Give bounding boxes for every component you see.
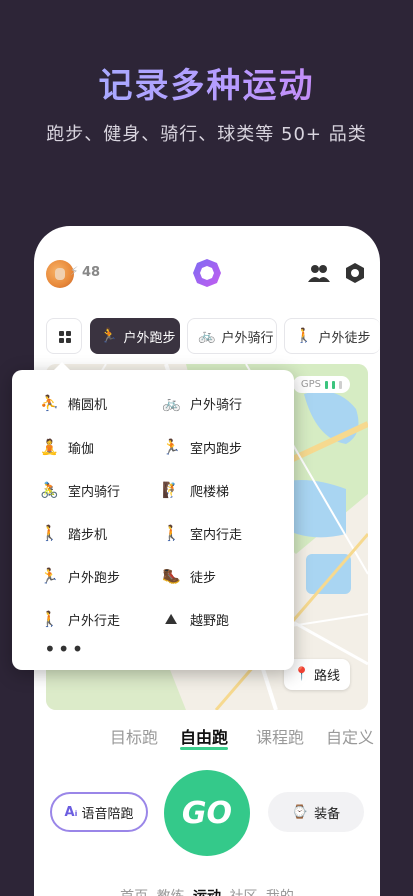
tab-outdoor-run[interactable]: 🏃 户外跑步 [90,318,180,354]
menu-item-label: 越野跑 [190,613,230,629]
mode-course-run[interactable]: 课程跑 [256,724,304,748]
nav-community[interactable]: 社区 [229,889,257,896]
menu-item-label: 爬楼梯 [190,484,230,500]
menu-item-indoor-bike[interactable]: 🚴 室内骑行 [40,475,165,505]
menu-item-label: 户外跑步 [68,570,121,586]
headline: 记录多种运动 [0,58,413,107]
menu-item-label: 户外骑行 [190,397,243,413]
menu-item-outdoor-bike[interactable]: 🚲 户外骑行 [162,388,287,418]
menu-item-stepper[interactable]: 🚶 踏步机 [40,518,165,548]
menu-item-indoor-run[interactable]: 🏃 室内跑步 [162,432,287,462]
gps-label: GPS [300,379,321,390]
mode-free-run[interactable]: 自由跑 [180,724,229,750]
walk-icon: 🚶 [40,610,59,628]
menu-item-outdoor-walk[interactable]: 🚶 户外行走 [40,604,165,634]
route-pin-icon: 📍 [293,667,310,682]
sport-type-menu: ⛹ 椭圆机 🚲 户外骑行 🧘 瑜伽 🏃 室内跑步 🚴 室内骑行 🧗 爬楼梯 🚶 踏步机 🚶 室内… [12,362,294,670]
equipment-label: 装备 [314,806,341,822]
yoga-icon: 🧘 [40,438,59,456]
stepper-icon: 🚶 [40,524,59,542]
top-bar: ⚡ 48 [34,256,380,290]
stairs-icon: 🧗 [162,481,181,499]
bike-icon: 🚲 [198,328,216,344]
voice-coach-button[interactable]: Aᵢ 语音陪跑 [50,792,148,832]
tab-label: 户外徒步 [318,330,371,346]
walk-icon: 🚶 [295,328,313,344]
run-icon: 🏃 [100,328,118,344]
menu-item-yoga[interactable]: 🧘 瑜伽 [40,432,165,462]
voice-label: 语音陪跑 [81,806,134,822]
tab-outdoor-hike[interactable]: 🚶 户外徒步 [284,318,380,354]
go-button[interactable]: GO [164,770,250,856]
menu-item-hike[interactable]: 🥾 徒步 [162,561,287,591]
ai-voice-icon: Aᵢ [64,804,78,820]
nav-sport[interactable]: 运动 [193,889,221,896]
tab-label: 户外骑行 [221,330,274,346]
bottom-nav: 首页 教练 运动 社区 我的 [34,886,380,896]
menu-item-elliptical[interactable]: ⛹ 椭圆机 [40,388,165,418]
gps-signal-icon [325,380,328,389]
app-logo-icon [193,259,221,287]
menu-item-label: 室内跑步 [190,441,243,457]
mode-target-run[interactable]: 目标跑 [110,724,158,748]
nav-me[interactable]: 我的 [266,889,294,896]
settings-icon[interactable] [344,262,366,284]
tab-label: 户外跑步 [123,330,176,346]
route-label: 路线 [313,669,340,684]
trail-run-icon: ⛰ [164,610,178,628]
tab-outdoor-bike[interactable]: 🚲 户外骑行 [187,318,277,354]
menu-item-label: 徒步 [190,570,217,586]
route-button[interactable]: 📍 路线 [283,659,350,690]
menu-item-trail-run[interactable]: ⛰ 越野跑 [162,604,287,634]
gps-indicator: GPS [292,376,350,393]
mode-custom[interactable]: 自定义 [326,724,374,748]
menu-item-label: 踏步机 [68,527,108,543]
watch-icon: ⌚ [291,804,309,820]
menu-item-label: 户外行走 [68,613,121,629]
all-sports-button[interactable] [46,318,82,354]
nav-coach[interactable]: 教练 [157,889,185,896]
treadmill-run-icon: 🏃 [162,438,181,456]
indoor-bike-icon: 🚴 [40,481,59,499]
friends-icon[interactable] [308,263,330,283]
menu-item-label: 室内骑行 [68,484,121,500]
grid-icon [59,331,64,336]
run-mode-tabs: 目标跑 自由跑 课程跑 自定义 [34,724,380,750]
menu-item-label: 椭圆机 [68,397,108,413]
score: 48 [82,265,101,280]
bolt-icon: ⚡ [70,264,79,278]
elliptical-icon: ⛹ [40,394,59,412]
menu-item-indoor-walk[interactable]: 🚶 室内行走 [162,518,287,548]
menu-item-label: 瑜伽 [68,441,95,457]
menu-item-outdoor-run[interactable]: 🏃 户外跑步 [40,561,165,591]
sport-tabs: 🏃 户外跑步 🚲 户外骑行 🚶 户外徒步 [46,318,380,354]
more-icon[interactable]: ••• [44,639,85,659]
menu-item-stairs[interactable]: 🧗 爬楼梯 [162,475,287,505]
hike-icon: 🥾 [162,567,181,585]
bike-icon: 🚲 [162,394,181,412]
run-icon: 🏃 [40,567,59,585]
equipment-button[interactable]: ⌚ 装备 [268,792,364,832]
indoor-walk-icon: 🚶 [162,524,181,542]
nav-home[interactable]: 首页 [120,889,148,896]
menu-item-label: 室内行走 [190,527,243,543]
subline: 跑步、健身、骑行、球类等 50+ 品类 [46,124,367,145]
